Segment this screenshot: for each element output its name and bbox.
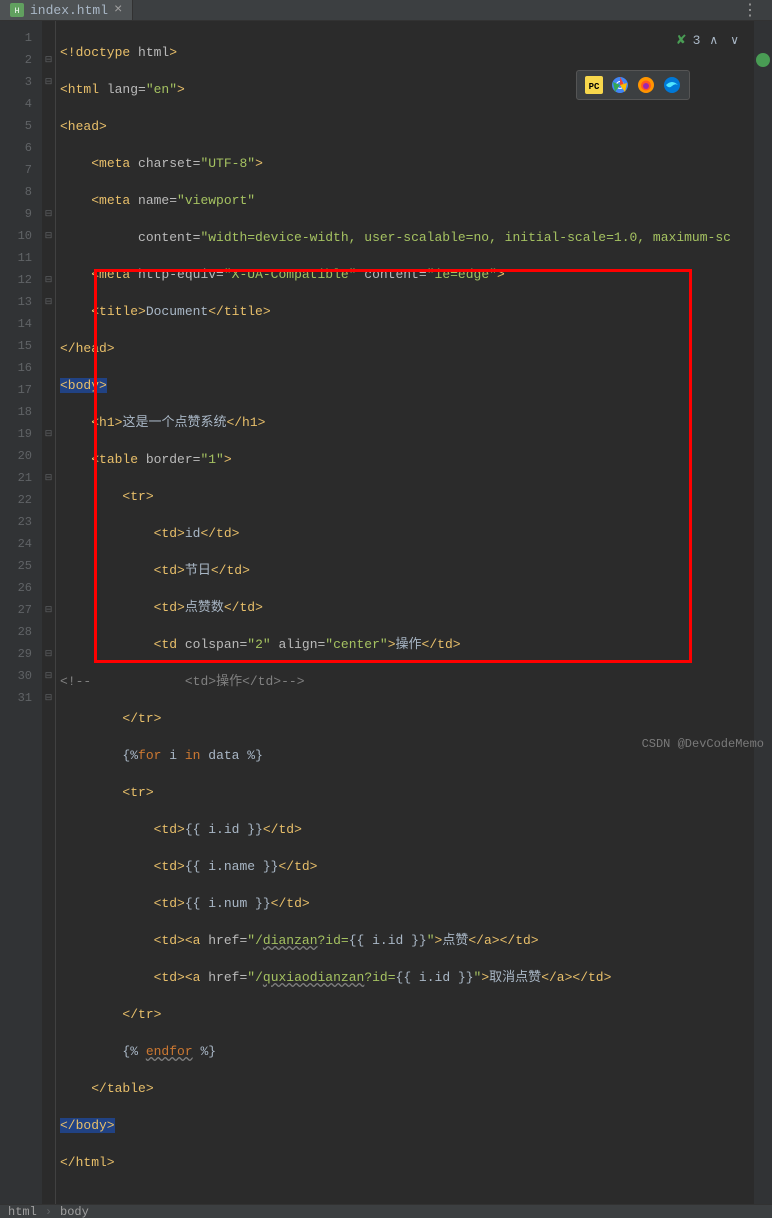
line-number: 30 (0, 665, 32, 687)
line-number: 15 (0, 335, 32, 357)
tab-filename: index.html (30, 3, 108, 18)
line-number: 26 (0, 577, 32, 599)
line-number: 27 (0, 599, 32, 621)
line-number: 29 (0, 643, 32, 665)
line-number: 1 (0, 27, 32, 49)
watermark: CSDN @DevCodeMemo (642, 737, 764, 751)
line-number: 24 (0, 533, 32, 555)
breadcrumb-item[interactable]: body (60, 1205, 89, 1218)
close-tab-icon[interactable]: × (114, 2, 122, 18)
line-number: 16 (0, 357, 32, 379)
line-number: 31 (0, 687, 32, 709)
line-number: 8 (0, 181, 32, 203)
line-number: 25 (0, 555, 32, 577)
check-icon: ✘ (676, 33, 687, 48)
editor-main: 1 2 3 4 5 6 7 8 9 10 11 12 13 14 15 16 1… (0, 21, 772, 1204)
line-number: 7 (0, 159, 32, 181)
fold-handle[interactable]: ⊟ (42, 49, 55, 71)
breadcrumb-bar: html › body (0, 1204, 772, 1218)
line-number: 3 (0, 71, 32, 93)
line-number: 23 (0, 511, 32, 533)
line-number: 13 (0, 291, 32, 313)
fold-handle[interactable]: ⊟ (42, 269, 55, 291)
chevron-down-icon[interactable]: ∨ (727, 33, 742, 48)
line-number: 10 (0, 225, 32, 247)
tab-options-icon[interactable]: ⋮ (736, 0, 764, 20)
tab-bar: H index.html × ⋮ (0, 0, 772, 21)
fold-handle[interactable]: ⊟ (42, 291, 55, 313)
right-marker-bar (754, 21, 772, 1204)
chevron-right-icon: › (45, 1205, 52, 1218)
firefox-icon[interactable] (637, 76, 655, 94)
fold-column: ⊟ ⊟ ⊟ ⊟ ⊟ ⊟ ⊟ ⊟ ⊟ ⊟ ⊟ ⊟ (42, 21, 56, 1204)
fold-handle[interactable]: ⊟ (42, 687, 55, 709)
line-number: 20 (0, 445, 32, 467)
line-number: 28 (0, 621, 32, 643)
line-number: 2 (0, 49, 32, 71)
line-number: 22 (0, 489, 32, 511)
code-editor[interactable]: <!doctype html> <html lang="en"> <head> … (56, 21, 754, 1204)
fold-handle[interactable]: ⊟ (42, 665, 55, 687)
line-number: 21 (0, 467, 32, 489)
pycharm-icon[interactable]: PC (585, 76, 603, 94)
line-number: 11 (0, 247, 32, 269)
svg-text:H: H (15, 7, 20, 16)
chevron-up-icon[interactable]: ∧ (706, 33, 721, 48)
line-number: 6 (0, 137, 32, 159)
line-number: 14 (0, 313, 32, 335)
inspection-count: 3 (693, 33, 701, 48)
html-file-icon: H (10, 3, 24, 17)
fold-handle[interactable] (42, 27, 55, 49)
breadcrumb-item[interactable]: html (8, 1205, 37, 1218)
line-number: 18 (0, 401, 32, 423)
svg-text:PC: PC (589, 82, 600, 92)
fold-handle[interactable]: ⊟ (42, 423, 55, 445)
line-number-gutter: 1 2 3 4 5 6 7 8 9 10 11 12 13 14 15 16 1… (0, 21, 42, 1204)
fold-handle[interactable]: ⊟ (42, 203, 55, 225)
fold-handle[interactable]: ⊟ (42, 467, 55, 489)
line-number: 19 (0, 423, 32, 445)
line-number: 9 (0, 203, 32, 225)
user-avatar-icon[interactable] (756, 53, 770, 67)
fold-handle[interactable]: ⊟ (42, 599, 55, 621)
line-number: 4 (0, 93, 32, 115)
fold-handle[interactable]: ⊟ (42, 225, 55, 247)
inspection-widget[interactable]: ✘ 3 ∧ ∨ (676, 33, 742, 48)
line-number: 5 (0, 115, 32, 137)
fold-handle[interactable]: ⊟ (42, 643, 55, 665)
file-tab[interactable]: H index.html × (0, 0, 133, 20)
fold-handle[interactable]: ⊟ (42, 71, 55, 93)
edge-icon[interactable] (663, 76, 681, 94)
browser-preview-bar: PC (576, 70, 690, 100)
chrome-icon[interactable] (611, 76, 629, 94)
line-number: 17 (0, 379, 32, 401)
line-number: 12 (0, 269, 32, 291)
